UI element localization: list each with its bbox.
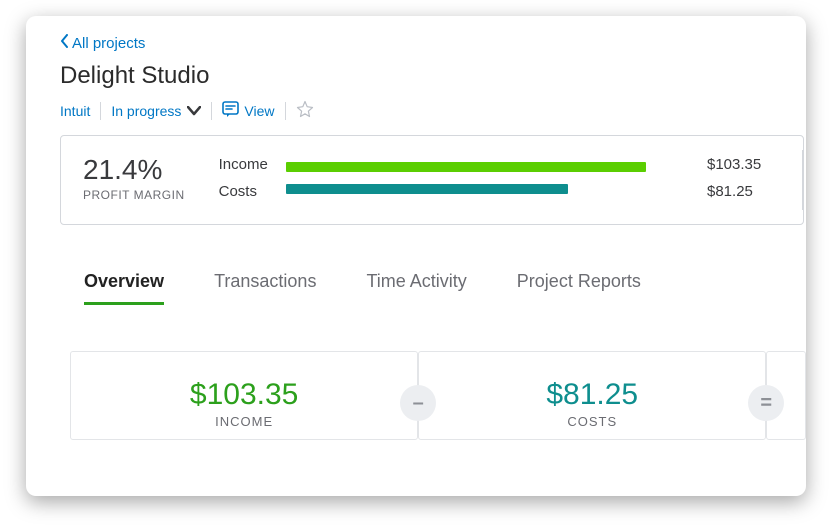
income-bar-value: $103.35	[707, 156, 777, 173]
profit-margin-percent: 21.4%	[83, 154, 185, 186]
chevron-left-icon	[60, 34, 70, 52]
bar-labels: Income Costs	[219, 156, 268, 200]
bar-tracks	[286, 162, 689, 194]
costs-bar	[286, 184, 568, 194]
content-area: All projects Delight Studio Intuit In pr…	[26, 16, 806, 440]
favorite-star-button[interactable]	[296, 100, 314, 121]
view-label: View	[244, 103, 274, 119]
tabs: Overview Transactions Time Activity Proj…	[84, 271, 806, 305]
project-title: Delight Studio	[60, 62, 806, 90]
income-bar-label: Income	[219, 156, 268, 173]
company-link[interactable]: Intuit	[60, 103, 90, 119]
tab-transactions[interactable]: Transactions	[214, 271, 316, 305]
tab-project-reports[interactable]: Project Reports	[517, 271, 641, 305]
meta-divider	[100, 102, 101, 120]
income-card-label: INCOME	[71, 414, 417, 429]
card-divider	[802, 150, 803, 210]
back-to-projects-link[interactable]: All projects	[60, 34, 806, 52]
status-label: In progress	[111, 103, 181, 119]
note-icon	[222, 101, 239, 121]
project-detail-panel: All projects Delight Studio Intuit In pr…	[26, 16, 806, 496]
meta-divider	[285, 102, 286, 120]
tab-time-activity[interactable]: Time Activity	[366, 271, 466, 305]
costs-bar-value: $81.25	[707, 183, 777, 200]
bars-section: Income Costs $103.35 $81.25	[219, 156, 777, 200]
chevron-down-icon	[187, 103, 201, 119]
back-link-label: All projects	[72, 35, 145, 52]
costs-card-label: COSTS	[419, 414, 765, 429]
income-bar	[286, 162, 646, 172]
status-dropdown[interactable]: In progress	[111, 103, 201, 119]
tab-overview[interactable]: Overview	[84, 271, 164, 305]
costs-amount: $81.25	[419, 378, 765, 412]
costs-card[interactable]: $81.25 COSTS	[418, 351, 766, 440]
bar-values: $103.35 $81.25	[707, 156, 777, 200]
stat-cards-row: $103.35 INCOME – $81.25 COSTS =	[70, 351, 806, 440]
view-button[interactable]: View	[222, 101, 274, 121]
costs-bar-label: Costs	[219, 183, 268, 200]
profit-margin-label: PROFIT MARGIN	[83, 188, 185, 202]
income-card[interactable]: $103.35 INCOME	[70, 351, 418, 440]
equals-operator-icon: =	[748, 385, 784, 421]
minus-operator-icon: –	[400, 385, 436, 421]
profit-summary-card: 21.4% PROFIT MARGIN Income Costs $103.35…	[60, 135, 804, 225]
project-meta-row: Intuit In progress View	[60, 100, 806, 121]
profit-margin-block: 21.4% PROFIT MARGIN	[83, 154, 185, 202]
meta-divider	[211, 102, 212, 120]
income-amount: $103.35	[71, 378, 417, 412]
